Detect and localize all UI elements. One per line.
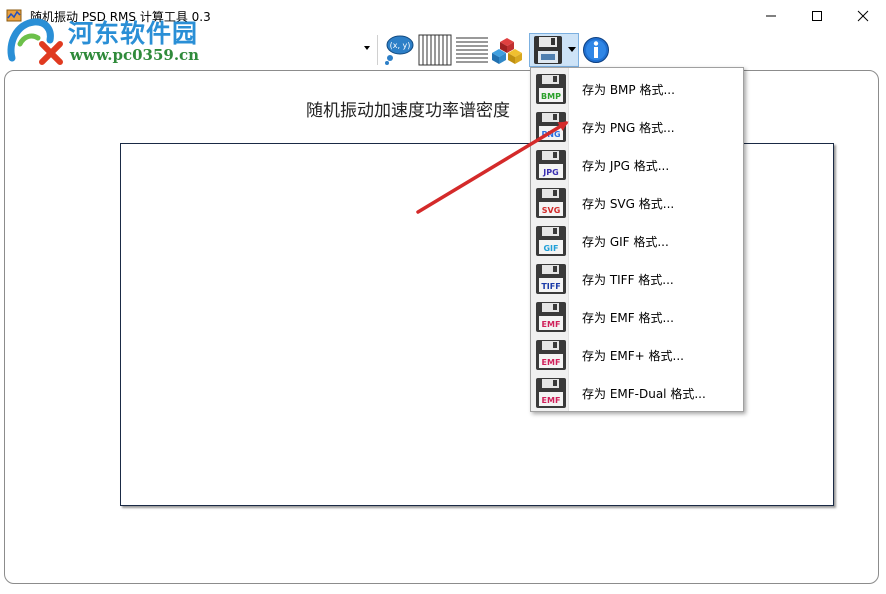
floppy-disk-icon: EMF: [536, 302, 566, 332]
svg-text:EMF: EMF: [542, 320, 561, 329]
menu-item-label: 存为 GIF 格式...: [582, 235, 669, 249]
floppy-disk-icon: SVG: [536, 188, 566, 218]
menu-item-save-emf-7[interactable]: EMF 存为 EMF+ 格式...: [531, 336, 743, 374]
menu-item-label: 存为 SVG 格式...: [582, 197, 675, 211]
floppy-disk-icon: PNG: [536, 112, 566, 142]
menu-item-save-emf-8[interactable]: EMF 存为 EMF-Dual 格式...: [531, 374, 743, 412]
svg-text:GIF: GIF: [543, 244, 558, 253]
title-bar: 随机振动 PSD RMS 计算工具 0.3: [0, 0, 886, 31]
maximize-icon: [812, 10, 822, 21]
menu-item-label: 存为 JPG 格式...: [582, 159, 670, 173]
toolbar-combo-box[interactable]: [6, 37, 374, 59]
vertical-grid-icon: [418, 34, 452, 66]
close-button[interactable]: [840, 0, 886, 31]
menu-item-save-gif[interactable]: GIF 存为 GIF 格式...: [531, 222, 743, 260]
horizontal-grid-button[interactable]: [454, 33, 490, 67]
floppy-disk-icon: EMF: [536, 378, 566, 408]
app-icon: [6, 9, 22, 22]
menu-item-label: 存为 BMP 格式...: [582, 83, 675, 97]
xy-coordinate-button[interactable]: (x, y): [380, 33, 416, 67]
svg-text:PNG: PNG: [541, 130, 560, 139]
save-image-button[interactable]: [529, 33, 579, 67]
menu-item-label: 存为 EMF-Dual 格式...: [582, 387, 706, 401]
menu-item-label: 存为 EMF 格式...: [582, 311, 674, 325]
menu-item-save-tiff[interactable]: TIFF 存为 TIFF 格式...: [531, 260, 743, 298]
menu-item-save-svg[interactable]: SVG 存为 SVG 格式...: [531, 184, 743, 222]
menu-item-save-emf[interactable]: EMF 存为 EMF 格式...: [531, 298, 743, 336]
svg-text:SVG: SVG: [542, 206, 561, 215]
xy-coordinates-icon: (x, y): [385, 35, 414, 65]
chart-title: 随机振动加速度功率谱密度: [306, 101, 510, 121]
toolbar-separator: [377, 35, 378, 65]
menu-item-save-bmp[interactable]: BMP 存为 BMP 格式...: [531, 70, 743, 108]
cubes-button[interactable]: [490, 33, 524, 67]
cubes-icon: [492, 38, 522, 64]
svg-text:EMF: EMF: [542, 358, 561, 367]
toolbar: (x, y): [0, 31, 886, 69]
save-format-menu: BMP 存为 BMP 格式... PNG 存为 PNG 格式... JPG 存为 JPG …: [530, 67, 744, 412]
menu-item-label: 存为 EMF+ 格式...: [582, 349, 684, 363]
close-icon: [857, 10, 869, 21]
floppy-disk-icon: GIF: [536, 226, 566, 256]
save-disk-icon: [534, 36, 562, 64]
minimize-icon: [766, 15, 776, 16]
floppy-disk-icon: EMF: [536, 340, 566, 370]
horizontal-grid-icon: [456, 37, 488, 63]
svg-text:BMP: BMP: [541, 92, 561, 101]
info-icon: [583, 37, 609, 63]
floppy-disk-icon: JPG: [536, 150, 566, 180]
minimize-button[interactable]: [748, 0, 794, 31]
vertical-grid-button[interactable]: [417, 33, 453, 67]
svg-text:EMF: EMF: [542, 396, 561, 405]
menu-item-label: 存为 TIFF 格式...: [582, 273, 674, 287]
caret-down-icon: [568, 47, 576, 52]
caret-down-icon: [364, 46, 370, 50]
maximize-button[interactable]: [794, 0, 840, 31]
svg-text:(x, y): (x, y): [390, 41, 411, 50]
menu-item-save-jpg[interactable]: JPG 存为 JPG 格式...: [531, 146, 743, 184]
floppy-disk-icon: BMP: [536, 74, 566, 104]
svg-text:JPG: JPG: [542, 168, 558, 177]
menu-item-label: 存为 PNG 格式...: [582, 121, 675, 135]
floppy-disk-icon: TIFF: [536, 264, 566, 294]
menu-item-save-png[interactable]: PNG 存为 PNG 格式...: [531, 108, 743, 146]
info-button[interactable]: [580, 33, 612, 67]
window-title: 随机振动 PSD RMS 计算工具 0.3: [30, 10, 211, 24]
svg-text:TIFF: TIFF: [541, 282, 560, 291]
combo-dropdown-arrow[interactable]: [362, 41, 372, 55]
